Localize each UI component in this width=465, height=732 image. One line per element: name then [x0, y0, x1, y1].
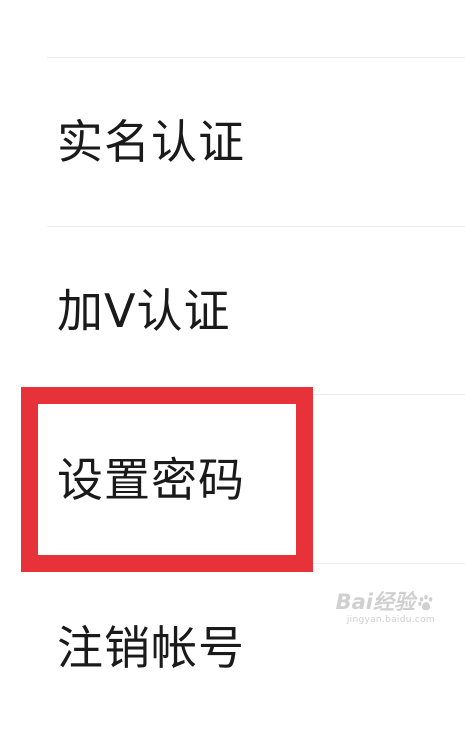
menu-item-label: 实名认证	[57, 115, 245, 169]
baidu-paw-icon	[418, 594, 433, 610]
menu-item-set-password[interactable]: 设置密码	[0, 395, 465, 563]
baidu-jingyan-watermark: Bai经验 jingyan.baidu.com	[325, 592, 435, 632]
menu-item-label: 设置密码	[57, 453, 245, 507]
watermark-url: jingyan.baidu.com	[346, 615, 435, 625]
watermark-logo: Bai经验	[325, 592, 435, 613]
menu-item-label: 加V认证	[57, 284, 231, 338]
settings-menu-list: 实名认证 加V认证 设置密码 注销帐号	[0, 0, 465, 675]
menu-item-label: 注销帐号	[57, 621, 245, 675]
menu-item-v-verification[interactable]: 加V认证	[0, 227, 465, 395]
menu-item-real-name-verification[interactable]: 实名认证	[0, 58, 465, 226]
watermark-logo-text: Bai经验	[335, 590, 415, 614]
